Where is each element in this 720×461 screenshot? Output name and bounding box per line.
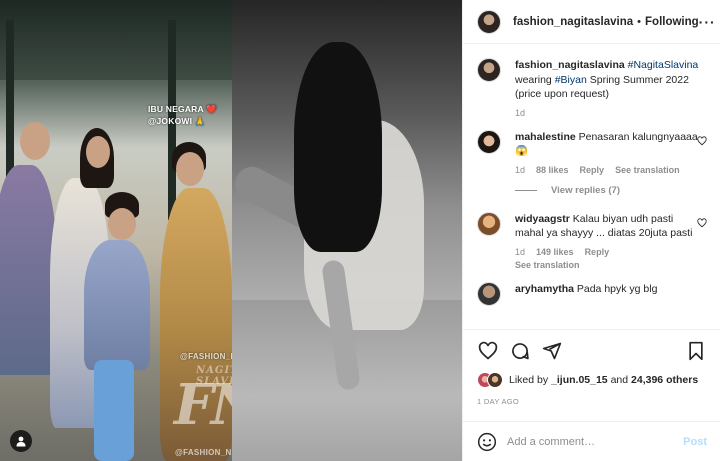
person-boy-jeans — [94, 360, 134, 461]
post-button[interactable]: Post — [683, 436, 707, 448]
avatar[interactable] — [477, 9, 501, 34]
user-icon[interactable] — [10, 430, 32, 452]
bookmark-icon[interactable] — [685, 340, 707, 362]
comment: aryhamytha Pada hpyk yg blg — [477, 281, 707, 306]
caption-username[interactable]: fashion_nagitaslavina — [515, 59, 625, 71]
comments-list[interactable]: fashion_nagitaslavina #NagitaSlavina wea… — [463, 44, 720, 329]
watermark-handle-bottom: @FASHION_NAGITASLAVINA — [175, 448, 232, 457]
post-header: fashion_nagitaslavina • Following ··· — [463, 0, 720, 44]
see-translation-button[interactable]: See translation — [615, 165, 680, 175]
bw-photo — [232, 0, 462, 461]
hashtag-link[interactable]: #NagitaSlavina — [628, 59, 699, 71]
comment-likes[interactable]: 149 likes — [536, 247, 574, 257]
liker-username[interactable]: _ijun.05_15 — [551, 374, 608, 386]
likes-prefix: Liked by — [509, 374, 549, 386]
action-bar — [477, 330, 707, 372]
heart-icon[interactable] — [477, 340, 499, 362]
figure-hair — [294, 42, 382, 252]
post-panel: fashion_nagitaslavina • Following ··· fa… — [462, 0, 720, 461]
avatar — [487, 372, 503, 388]
caption-time[interactable]: 1d — [515, 108, 525, 118]
hashtag-link[interactable]: #Biyan — [555, 74, 587, 86]
more-horizontal-icon[interactable]: ··· — [699, 15, 716, 29]
likes-summary[interactable]: Liked by _ijun.05_15 and 24,396 others — [477, 372, 707, 388]
person-head — [86, 136, 110, 168]
watermark-logo: FNS — [174, 372, 232, 438]
person-man — [0, 165, 56, 375]
comment-input[interactable]: Add a comment… — [507, 436, 683, 448]
watermark-handle: @FASHION_NAGITASLAVINA — [180, 352, 232, 361]
header-separator: • — [637, 15, 642, 28]
comment-icon[interactable] — [509, 340, 531, 362]
comment-time[interactable]: 1d — [515, 247, 525, 257]
comment-time[interactable]: 1d — [515, 165, 525, 175]
person-boy — [84, 240, 150, 370]
comment-composer: Add a comment… Post — [463, 421, 720, 461]
reply-button[interactable]: Reply — [585, 247, 610, 257]
following-button[interactable]: Following — [645, 16, 699, 28]
emoji-icon[interactable] — [477, 432, 497, 452]
share-icon[interactable] — [541, 340, 563, 362]
story-caption-line1: IBU NEGARA ❤️ — [148, 104, 217, 114]
view-replies-label: View replies (7) — [551, 184, 620, 196]
story-caption: IBU NEGARA ❤️ @JOKOWI 🙏 — [148, 103, 217, 127]
likes-count[interactable]: 24,396 others — [631, 374, 698, 386]
see-translation-button[interactable]: See translation — [515, 260, 700, 270]
likes-and: and — [610, 374, 629, 386]
avatar[interactable] — [477, 211, 501, 236]
comment-likes[interactable]: 88 likes — [536, 165, 569, 175]
comment-username[interactable]: aryhamytha — [515, 283, 574, 295]
comment: widyaagstr Kalau biyan udh pasti mahal y… — [477, 211, 707, 270]
comment: mahalestine Penasaran kalungnyaaaa😱 1d 8… — [477, 129, 707, 175]
post-media[interactable]: IBU NEGARA ❤️ @JOKOWI 🙏 @FASHION_NAGITAS… — [0, 0, 462, 461]
header-username[interactable]: fashion_nagitaslavina — [513, 16, 633, 28]
comment-username[interactable]: widyaagstr — [515, 213, 570, 225]
caption: fashion_nagitaslavina #NagitaSlavina wea… — [477, 58, 707, 118]
ceiling-decor — [0, 0, 232, 80]
story-caption-line2: @JOKOWI 🙏 — [148, 116, 206, 126]
comment-text: Pada hpyk yg blg — [576, 282, 658, 295]
heart-icon[interactable] — [697, 217, 707, 228]
comment-username[interactable]: mahalestine — [515, 131, 576, 143]
story-photo: IBU NEGARA ❤️ @JOKOWI 🙏 @FASHION_NAGITAS… — [0, 0, 232, 461]
avatar[interactable] — [477, 129, 501, 154]
post-date[interactable]: 1 DAY AGO — [477, 397, 707, 406]
person-head — [176, 152, 204, 186]
person-head — [20, 122, 50, 160]
view-replies-button[interactable]: View replies (7) — [515, 185, 707, 196]
liker-avatars — [477, 372, 503, 388]
reply-button[interactable]: Reply — [580, 165, 605, 175]
divider — [515, 189, 537, 191]
actions-area: Liked by _ijun.05_15 and 24,396 others 1… — [463, 329, 720, 406]
caption-text: wearing — [515, 73, 552, 86]
person-head — [108, 208, 136, 240]
heart-icon[interactable] — [697, 135, 707, 146]
avatar[interactable] — [477, 58, 501, 82]
avatar[interactable] — [477, 281, 501, 306]
